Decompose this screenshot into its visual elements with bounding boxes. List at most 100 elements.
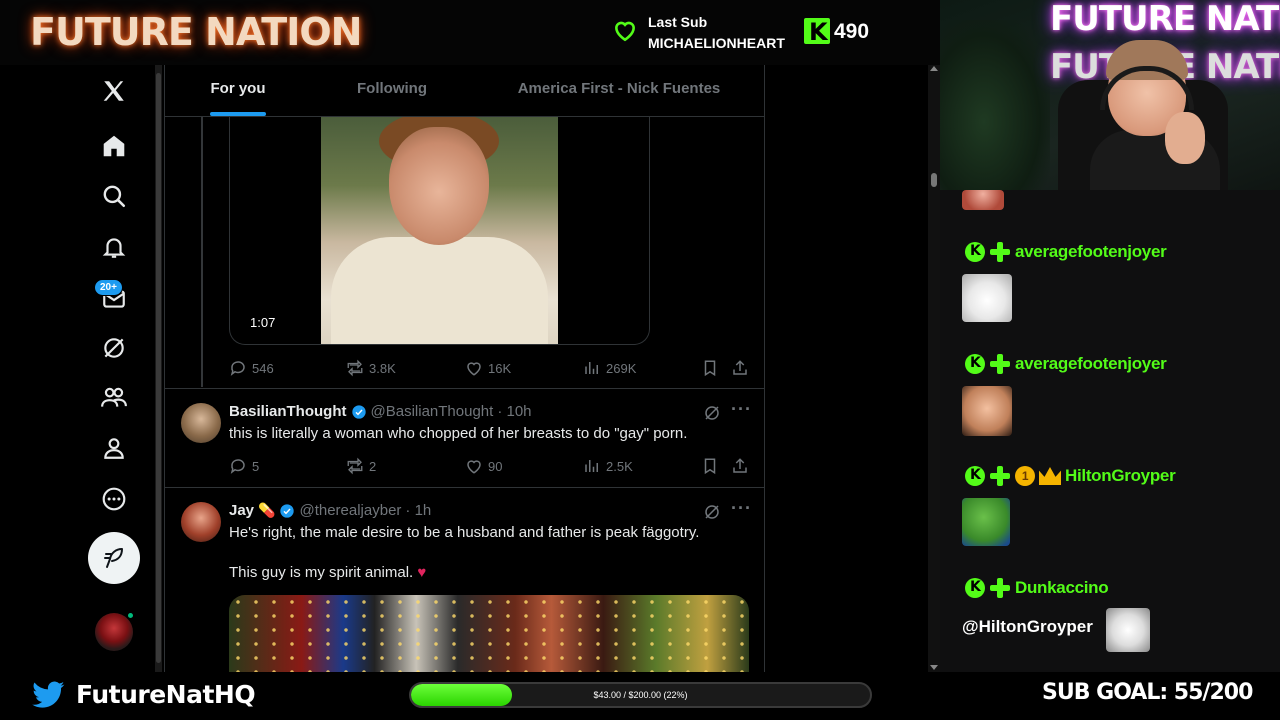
repost-button[interactable]: 2	[346, 457, 376, 475]
kick-logo-icon	[804, 18, 830, 46]
profile-icon[interactable]	[96, 430, 132, 466]
bookmark-button[interactable]	[701, 359, 719, 377]
communities-icon[interactable]	[96, 380, 132, 416]
repost-count: 2	[369, 458, 377, 474]
name-emoji: 💊	[258, 502, 276, 518]
like-count: 16K	[488, 360, 512, 376]
donation-goal-text: $43.00 / $200.00 (22%)	[593, 690, 688, 700]
thread-line	[201, 117, 203, 387]
kick-badge-icon	[965, 242, 985, 262]
account-avatar[interactable]	[95, 611, 135, 651]
tab-following[interactable]: Following	[311, 65, 473, 117]
pepe-emote	[962, 498, 1010, 546]
tab-america-first-list[interactable]: America First - Nick Fuentes	[473, 65, 764, 117]
tweet-basilianthought[interactable]: BasilianThought @BasilianThought · 10h ·…	[165, 388, 764, 487]
chat-username[interactable]: Dunkaccino	[965, 575, 1109, 601]
reply-count: 5	[252, 458, 260, 474]
grok-icon[interactable]	[703, 503, 721, 521]
donation-goal-bar: $43.00 / $200.00 (22%)	[409, 682, 872, 708]
tweet-time[interactable]: · 10h	[497, 403, 531, 420]
messages-badge: 20+	[94, 279, 123, 296]
notifications-icon[interactable]	[96, 229, 132, 265]
bookmark-button[interactable]	[701, 457, 719, 475]
tweet-text-line-1: He's right, the male desire to be a husb…	[229, 524, 700, 541]
more-icon[interactable]	[96, 481, 132, 517]
grok-icon[interactable]	[96, 330, 132, 366]
twitter-handle: FutureNatHQ	[32, 680, 256, 709]
page-scrollbar[interactable]	[928, 65, 940, 672]
tweet-media-image[interactable]	[229, 595, 749, 672]
reply-button[interactable]: 5	[229, 457, 259, 475]
stream-top-bar: FUTURE NATION Last Sub MICHAELIONHEART 4…	[0, 0, 940, 65]
kick-badge-icon	[965, 578, 985, 598]
bookmark-icon	[704, 360, 716, 377]
like-icon	[467, 460, 481, 474]
repost-icon	[347, 457, 363, 475]
more-options-icon[interactable]: ···	[731, 399, 752, 420]
follower-count: 490	[834, 20, 870, 43]
author-avatar[interactable]	[181, 403, 221, 443]
timeline-tabs: For you Following America First - Nick F…	[165, 65, 764, 117]
verified-badge-icon	[280, 503, 295, 518]
repost-button[interactable]: 3.8K	[346, 359, 396, 377]
left-navigation: 20+	[0, 65, 160, 672]
chat-username[interactable]: 1 HiltonGroyper	[965, 463, 1176, 489]
repost-icon	[347, 359, 363, 377]
timeline: For you Following America First - Nick F…	[164, 65, 765, 672]
views-button[interactable]: 269K	[583, 359, 636, 377]
views-count: 269K	[606, 360, 637, 376]
share-icon	[733, 360, 747, 375]
x-logo-icon[interactable]	[96, 73, 132, 109]
heart-icon	[615, 21, 635, 42]
chat-username[interactable]: averagefootenjoyer	[965, 351, 1167, 377]
heart-emoji: ♥	[417, 564, 427, 581]
share-icon	[733, 458, 747, 473]
author-name[interactable]: Jay	[229, 502, 254, 519]
like-count: 90	[488, 458, 503, 474]
author-name[interactable]: BasilianThought	[229, 403, 347, 420]
subscriber-badge-icon	[989, 577, 1011, 599]
author-handle[interactable]: @BasilianThought	[371, 403, 494, 420]
chat-username-text: averagefootenjoyer	[1015, 242, 1167, 261]
tweet-time[interactable]: · 1h	[405, 502, 431, 519]
active-tab-indicator	[210, 112, 266, 116]
author-avatar[interactable]	[181, 502, 221, 542]
x-app-window: 20+ For you Following America First - Ni…	[0, 65, 940, 672]
views-count: 2.5K	[606, 458, 633, 474]
cat-emote	[1106, 608, 1150, 652]
online-dot	[126, 611, 135, 620]
video-duration: 1:07	[250, 315, 276, 330]
search-icon[interactable]	[96, 178, 132, 214]
views-button[interactable]: 2.5K	[583, 457, 633, 475]
share-button[interactable]	[731, 457, 749, 475]
repost-count: 3.8K	[369, 360, 396, 376]
like-button[interactable]: 90	[465, 457, 502, 475]
emote-partial	[962, 190, 1004, 210]
gift-badge-icon: 1	[1015, 466, 1035, 486]
author-handle[interactable]: @therealjayber	[299, 502, 401, 519]
reply-icon	[230, 361, 245, 376]
chat-mention[interactable]: @HiltonGroyper	[962, 617, 1093, 637]
video-tweet-actions: 546 3.8K 16K 269K	[229, 359, 749, 379]
home-icon[interactable]	[96, 128, 132, 164]
post-button[interactable]	[88, 532, 140, 584]
chat-username-text: averagefootenjoyer	[1015, 354, 1167, 373]
more-options-icon[interactable]: ···	[731, 498, 752, 519]
share-button[interactable]	[731, 359, 749, 377]
chat-username-text: HiltonGroyper	[1065, 466, 1176, 485]
shocked-face-emote	[962, 386, 1012, 436]
nav-scrollbar[interactable]	[155, 65, 162, 672]
tab-for-you[interactable]: For you	[165, 65, 311, 117]
like-icon	[467, 362, 481, 376]
chat-username[interactable]: averagefootenjoyer	[965, 239, 1167, 265]
verified-badge-icon	[351, 404, 366, 419]
chat-username-text: Dunkaccino	[1015, 578, 1109, 597]
video-player[interactable]: 1:07	[229, 117, 650, 345]
like-button[interactable]: 16K	[465, 359, 511, 377]
grok-icon[interactable]	[703, 404, 721, 422]
tweet-text-line-2: This guy is my spirit animal. ♥	[229, 563, 749, 583]
reply-icon	[230, 459, 245, 474]
brand-logo: FUTURE NATION	[30, 10, 362, 54]
tweet-header: BasilianThought @BasilianThought · 10h	[229, 403, 532, 420]
reply-button[interactable]: 546	[229, 359, 274, 377]
